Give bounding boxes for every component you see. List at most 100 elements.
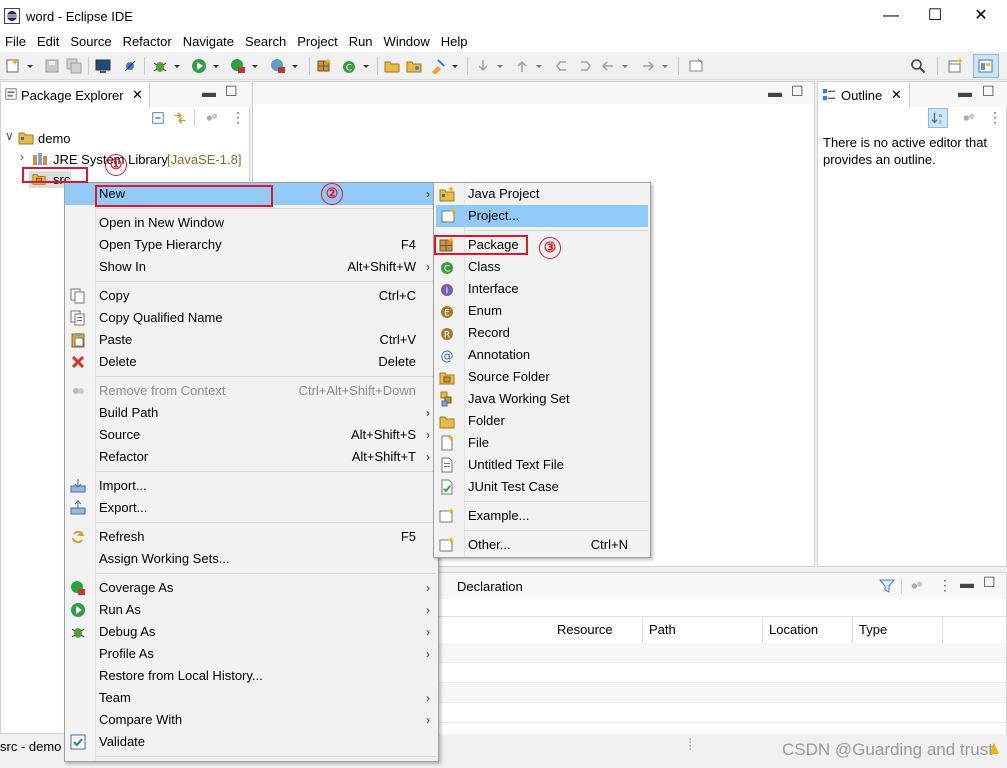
external-tools-dropdown-icon[interactable] — [290, 58, 300, 74]
editor-maximize-icon[interactable]: ☐ — [791, 83, 804, 100]
back-dropdown-icon[interactable] — [620, 58, 630, 74]
column-header-path[interactable]: Path — [643, 617, 763, 643]
menu-item-delete[interactable]: Delete Delete — [65, 351, 438, 373]
submenu-item-enum[interactable]: E Enum — [434, 300, 650, 322]
coverage-icon[interactable] — [230, 58, 246, 74]
debug-icon[interactable] — [152, 58, 168, 74]
tree-project-demo[interactable]: demo — [38, 131, 71, 146]
new-class-icon[interactable]: C — [341, 58, 357, 74]
submenu-item-record[interactable]: R Record — [434, 322, 650, 344]
run-icon[interactable] — [191, 58, 207, 74]
next-annotation-dropdown-icon[interactable] — [495, 58, 505, 74]
pin-editor-icon[interactable] — [688, 58, 704, 74]
menu-item-coverage-as[interactable]: Coverage As › — [65, 577, 438, 599]
skip-breakpoints-icon[interactable] — [122, 58, 138, 74]
collapse-chevron-icon[interactable]: › — [20, 150, 24, 164]
submenu-item-file[interactable]: File — [434, 432, 650, 454]
maximize-button[interactable]: ☐ — [912, 0, 958, 32]
new-icon[interactable] — [5, 58, 21, 74]
search-dropdown-icon[interactable] — [450, 58, 460, 74]
menu-item-compare-with[interactable]: Compare With › — [65, 709, 438, 731]
editor-minimize-icon[interactable]: ▬ — [768, 84, 782, 100]
view-menu-icon[interactable]: ⋮ — [231, 109, 245, 126]
menu-file[interactable]: File — [0, 32, 32, 52]
submenu-item-java-working-set[interactable]: Java Working Set — [434, 388, 650, 410]
submenu-item-untitled-text-file[interactable]: Untitled Text File — [434, 454, 650, 476]
column-header-resource[interactable]: Resource — [551, 617, 643, 643]
next-annotation-icon[interactable] — [475, 58, 491, 74]
open-type-icon[interactable] — [384, 58, 400, 74]
menu-item-run-as[interactable]: Run As › — [65, 599, 438, 621]
sort-button[interactable]: az — [928, 108, 948, 128]
close-tab-icon[interactable]: ✕ — [132, 87, 143, 103]
menu-edit[interactable]: Edit — [32, 32, 65, 52]
filters-icon[interactable] — [204, 111, 220, 125]
forward-dropdown-icon[interactable] — [660, 58, 670, 74]
menu-item-build-path[interactable]: Build Path › — [65, 402, 438, 424]
forward-icon[interactable] — [640, 58, 656, 74]
menu-item-profile-as[interactable]: Profile As › — [65, 643, 438, 665]
tab-outline[interactable]: Outline ✕ — [818, 82, 910, 107]
tab-declaration[interactable]: Declaration — [457, 579, 523, 594]
menu-item-refactor[interactable]: Refactor Alt+Shift+T › — [65, 446, 438, 468]
submenu-item-annotation[interactable]: @ Annotation — [434, 344, 650, 366]
expand-chevron-icon[interactable]: ∨ — [5, 129, 14, 143]
submenu-item-class[interactable]: C Class — [434, 256, 650, 278]
menu-item-refresh[interactable]: Refresh F5 — [65, 526, 438, 548]
column-header-type[interactable]: Type — [853, 617, 943, 643]
submenu-item-folder[interactable]: Folder — [434, 410, 650, 432]
submenu-item-junit-test-case[interactable]: JUnit Test Case — [434, 476, 650, 498]
bottom-view-menu-icon[interactable]: ⋮ — [938, 577, 952, 594]
java-perspective-button[interactable] — [973, 54, 999, 78]
menu-item-remove-from-context[interactable]: Remove from Context Ctrl+Alt+Shift+Down — [65, 380, 438, 402]
submenu-item-interface[interactable]: I Interface — [434, 278, 650, 300]
menu-item-source[interactable]: Source Alt+Shift+S › — [65, 424, 438, 446]
tab-package-explorer[interactable]: Package Explorer ✕ — [1, 82, 150, 107]
menu-project[interactable]: Project — [292, 32, 343, 52]
back-icon[interactable] — [600, 58, 616, 74]
debug-dropdown-icon[interactable] — [172, 58, 182, 74]
minimize-view-icon[interactable]: ▬ — [202, 84, 216, 100]
outline-view-menu-icon[interactable]: ⋮ — [988, 109, 1002, 126]
new-dropdown-icon[interactable] — [25, 58, 35, 74]
forward-edit-icon[interactable] — [577, 58, 593, 74]
menu-help[interactable]: Help — [436, 32, 474, 52]
close-outline-tab-icon[interactable]: ✕ — [891, 87, 902, 103]
menu-item-validate[interactable]: Validate — [65, 731, 438, 753]
menu-item-copy-qualified-name[interactable]: Copy Qualified Name — [65, 307, 438, 329]
submenu-item-java-project[interactable]: Java Project — [434, 183, 650, 205]
bottom-minimize-icon[interactable]: ▬ — [960, 575, 974, 591]
menu-run[interactable]: Run — [344, 32, 379, 52]
minimize-button[interactable]: — — [868, 0, 914, 32]
submenu-item-other[interactable]: Other... Ctrl+N — [434, 534, 650, 556]
collapse-all-icon[interactable] — [151, 111, 165, 125]
menu-item-copy[interactable]: Copy Ctrl+C — [65, 285, 438, 307]
new-class-dropdown-icon[interactable] — [361, 58, 371, 74]
last-edit-location-icon[interactable] — [554, 58, 570, 74]
menu-item-open-new-window[interactable]: Open in New Window — [65, 212, 438, 234]
menu-source[interactable]: Source — [65, 32, 117, 52]
save-icon[interactable] — [44, 58, 60, 74]
open-task-icon[interactable] — [406, 58, 422, 74]
menu-item-debug-as[interactable]: Debug As › — [65, 621, 438, 643]
new-package-icon[interactable] — [316, 58, 332, 74]
bottom-maximize-icon[interactable]: ☐ — [983, 574, 996, 591]
search-toolbar-icon[interactable] — [430, 58, 446, 74]
bottom-filters-icon[interactable] — [909, 579, 925, 593]
open-perspective-icon[interactable] — [948, 58, 964, 74]
menu-item-assign-working-sets[interactable]: Assign Working Sets... — [65, 548, 438, 570]
submenu-item-source-folder[interactable]: Source Folder — [434, 366, 650, 388]
prev-annotation-dropdown-icon[interactable] — [534, 58, 544, 74]
outline-minimize-icon[interactable]: ▬ — [958, 84, 972, 100]
menu-refactor[interactable]: Refactor — [118, 32, 178, 52]
submenu-item-project[interactable]: Project... — [436, 205, 648, 227]
menu-item-paste[interactable]: Paste Ctrl+V — [65, 329, 438, 351]
column-header-location[interactable]: Location — [763, 617, 853, 643]
external-tools-icon[interactable] — [270, 58, 286, 74]
menu-item-show-in[interactable]: Show In Alt+Shift+W › — [65, 256, 438, 278]
prev-annotation-icon[interactable] — [514, 58, 530, 74]
run-dropdown-icon[interactable] — [211, 58, 221, 74]
menu-item-team[interactable]: Team › — [65, 687, 438, 709]
save-all-icon[interactable] — [66, 58, 82, 74]
coverage-dropdown-icon[interactable] — [250, 58, 260, 74]
